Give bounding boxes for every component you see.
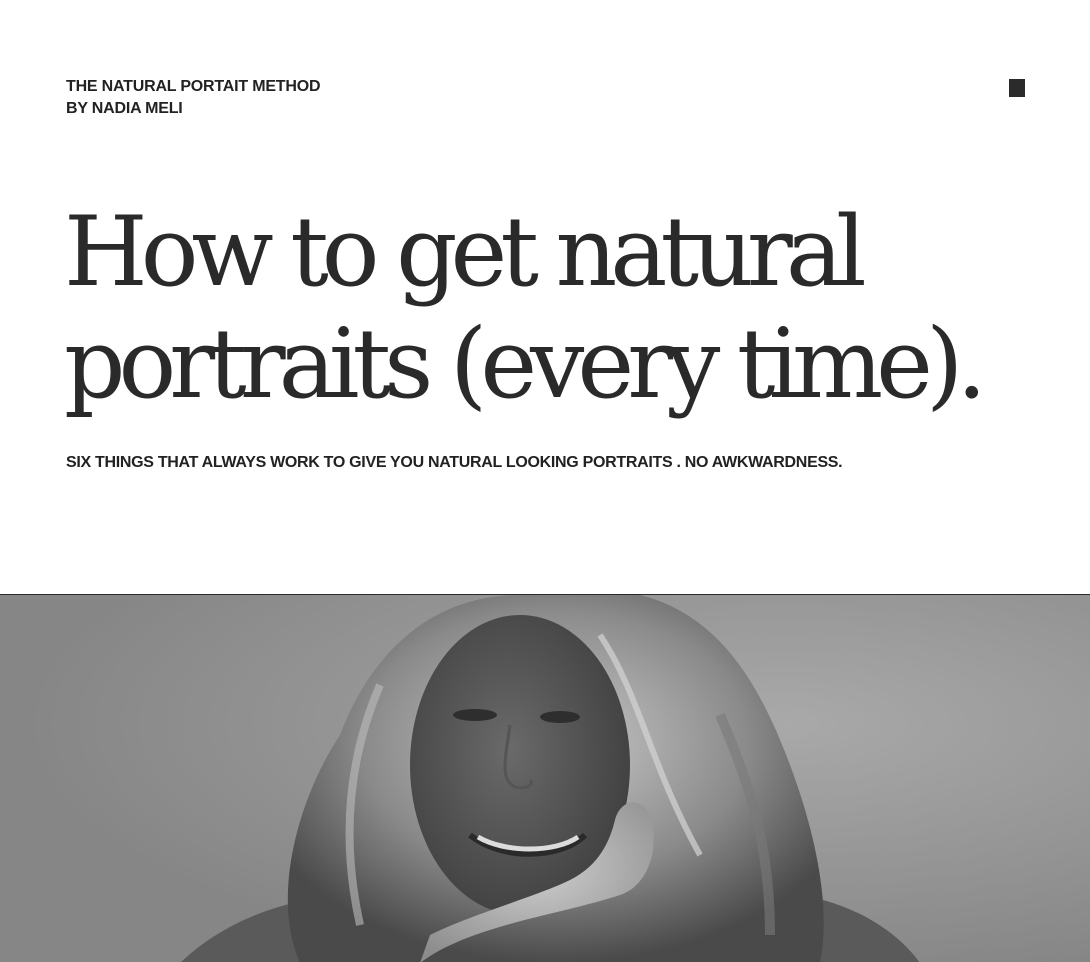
brand-line-2: BY NADIA MELI xyxy=(66,100,183,117)
square-icon[interactable] xyxy=(1009,79,1025,97)
headline-line-1: How to get natural xyxy=(64,196,867,308)
page-headline: How to get natural portraits (every time… xyxy=(64,196,987,420)
photo-eye-left xyxy=(453,709,497,721)
hero-portrait-photo xyxy=(0,594,1090,962)
page-subheadline: SIX THINGS THAT ALWAYS WORK TO GIVE YOU … xyxy=(66,454,843,471)
photo-eye-right xyxy=(540,711,580,723)
headline-line-2: portraits (every time). xyxy=(64,308,987,420)
brand-line-1: THE NATURAL PORTAIT METHOD xyxy=(66,78,321,95)
landing-page: THE NATURAL PORTAIT METHOD BY NADIA MELI… xyxy=(0,0,1090,962)
brand-title: THE NATURAL PORTAIT METHOD BY NADIA MELI xyxy=(66,76,321,120)
